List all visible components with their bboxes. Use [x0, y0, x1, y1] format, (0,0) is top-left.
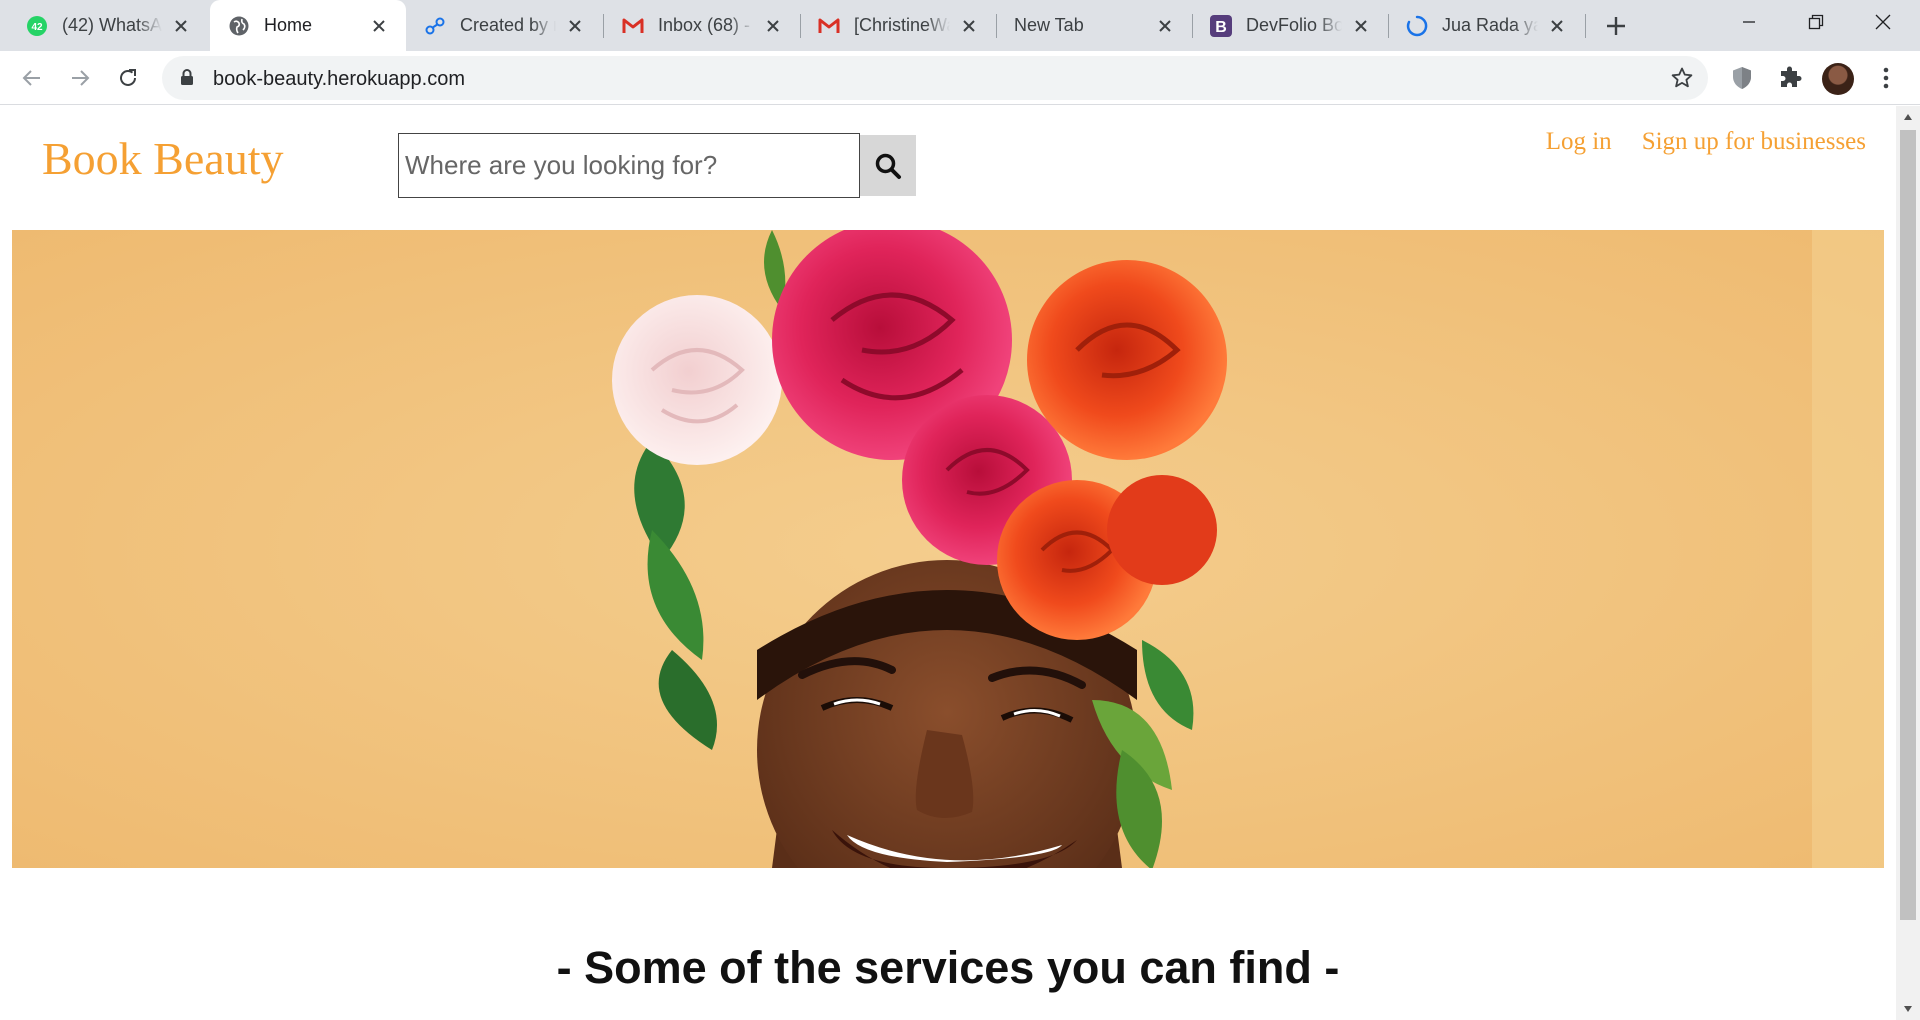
- tab-title: Created by me: [460, 15, 556, 35]
- bookmark-star-icon[interactable]: [1670, 66, 1694, 90]
- close-window-button[interactable]: [1850, 0, 1916, 44]
- tab-title: DevFolio Bootstrap: [1246, 15, 1342, 35]
- search-icon: [875, 153, 901, 179]
- browser-menu-button[interactable]: [1872, 62, 1900, 94]
- tab-separator: [1585, 14, 1586, 38]
- tab-strip: 42 (42) WhatsApp Home Created by me Inbo…: [0, 0, 1920, 51]
- tab-inbox[interactable]: Inbox (68) - christine: [604, 0, 800, 51]
- tab-new-tab[interactable]: New Tab: [996, 0, 1192, 51]
- search-input[interactable]: [398, 133, 860, 198]
- tab-jua-rada[interactable]: Jua Rada yako: [1388, 0, 1584, 51]
- page-scrollbar[interactable]: [1896, 106, 1920, 1020]
- close-tab-icon[interactable]: [1546, 15, 1568, 37]
- address-bar[interactable]: book-beauty.herokuapp.com: [162, 56, 1708, 100]
- close-tab-icon[interactable]: [958, 15, 980, 37]
- gmail-icon: [622, 15, 644, 37]
- bootstrap-icon: B: [1210, 14, 1232, 37]
- reload-button[interactable]: [110, 60, 146, 96]
- svg-text:42: 42: [31, 22, 43, 33]
- url-text: book-beauty.herokuapp.com: [213, 68, 466, 90]
- restore-button[interactable]: [1783, 0, 1849, 44]
- lock-icon: [181, 69, 193, 85]
- tab-title: New Tab: [1014, 15, 1084, 35]
- tab-title: Home: [264, 15, 313, 35]
- search-bar: [398, 133, 916, 198]
- more-vert-icon: [1883, 67, 1889, 89]
- close-tab-icon[interactable]: [170, 15, 192, 37]
- link-icon: [424, 15, 446, 37]
- loading-spinner-icon: [1406, 15, 1428, 37]
- triangle-down-icon: [1904, 1006, 1912, 1012]
- tab-title: (42) WhatsApp: [62, 15, 162, 35]
- puzzle-icon: [1781, 66, 1802, 87]
- new-tab-button[interactable]: [1602, 12, 1630, 40]
- svg-text:B: B: [1215, 19, 1227, 36]
- close-tab-icon[interactable]: [1154, 15, 1176, 37]
- close-tab-icon[interactable]: [1350, 15, 1372, 37]
- scroll-up-button[interactable]: [1896, 106, 1920, 128]
- tab-title: [ChristineWanjiru]: [854, 15, 950, 35]
- signup-businesses-link[interactable]: Sign up for businesses: [1642, 128, 1866, 156]
- tab-christinewanjiru[interactable]: [ChristineWanjiru]: [800, 0, 996, 51]
- arrow-right-icon: [72, 70, 90, 86]
- hero-image: [12, 230, 1884, 868]
- login-link[interactable]: Log in: [1546, 128, 1612, 156]
- search-button[interactable]: [860, 135, 916, 196]
- globe-icon: [228, 15, 250, 37]
- tab-devfolio[interactable]: B DevFolio Bootstrap: [1192, 0, 1388, 51]
- minimize-icon: [1743, 21, 1755, 23]
- reload-icon: [120, 69, 136, 86]
- extension-shield-button[interactable]: [1726, 62, 1758, 94]
- tab-title: Inbox (68) - christine: [658, 15, 754, 35]
- extensions-button[interactable]: [1774, 62, 1806, 94]
- page-viewport: Book Beauty Log in Sign up for businesse…: [0, 106, 1896, 1020]
- whatsapp-icon: 42: [26, 15, 48, 37]
- brand-logo[interactable]: Book Beauty: [42, 132, 283, 185]
- tab-title: Jua Rada yako: [1442, 15, 1538, 35]
- profile-avatar[interactable]: [1822, 63, 1854, 95]
- back-button[interactable]: [14, 60, 50, 96]
- plus-icon: [1607, 17, 1625, 35]
- scroll-down-button[interactable]: [1896, 998, 1920, 1020]
- close-tab-icon[interactable]: [564, 15, 586, 37]
- services-heading: - Some of the services you can find -: [556, 942, 1340, 993]
- scrollbar-thumb[interactable]: [1900, 130, 1916, 920]
- arrow-left-icon: [22, 70, 40, 86]
- tab-whatsapp[interactable]: 42 (42) WhatsApp: [8, 0, 208, 51]
- restore-icon: [1808, 14, 1824, 30]
- hero-illustration: [12, 230, 1884, 868]
- triangle-up-icon: [1904, 114, 1912, 120]
- close-icon: [1875, 14, 1891, 30]
- tab-home[interactable]: Home: [210, 0, 406, 51]
- browser-toolbar: book-beauty.herokuapp.com: [0, 51, 1920, 105]
- gmail-icon: [818, 15, 840, 37]
- shield-icon: [1733, 67, 1751, 89]
- header-nav: Log in Sign up for businesses: [1546, 128, 1866, 156]
- minimize-button[interactable]: [1716, 0, 1782, 44]
- forward-button[interactable]: [62, 60, 98, 96]
- close-tab-icon[interactable]: [368, 15, 390, 37]
- tab-created-by-me[interactable]: Created by me: [406, 0, 602, 51]
- close-tab-icon[interactable]: [762, 15, 784, 37]
